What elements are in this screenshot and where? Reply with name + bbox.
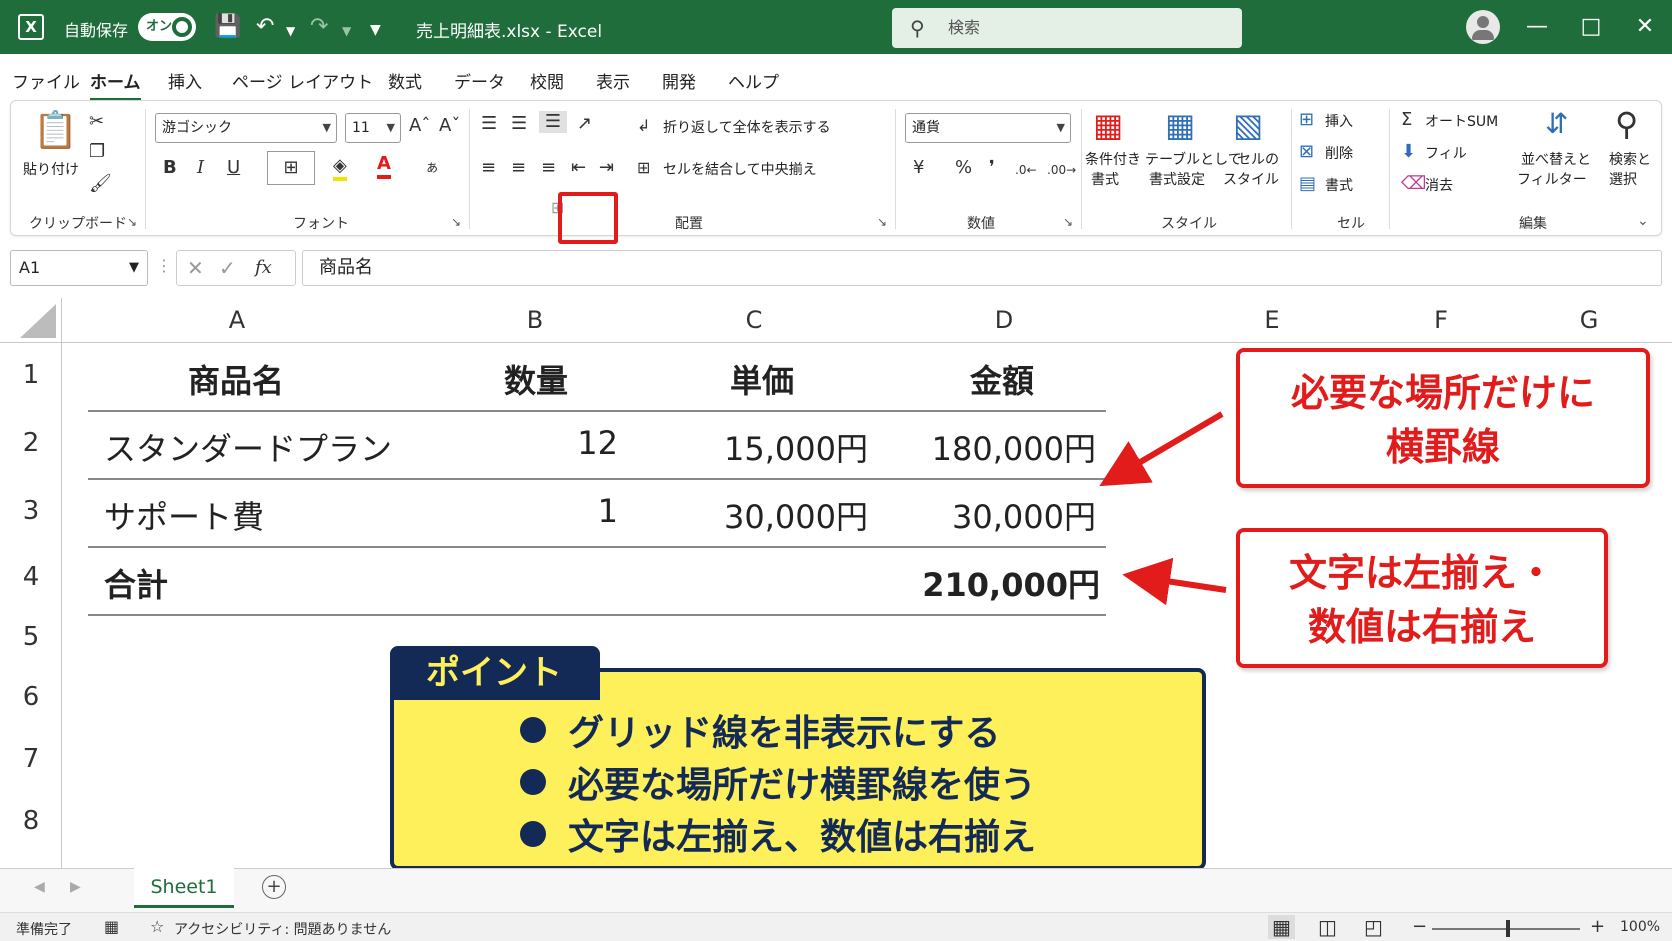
bullet-icon xyxy=(520,821,546,847)
status-ready: 準備完了 xyxy=(16,922,72,938)
bullet-icon xyxy=(520,769,546,795)
page-break-view-icon[interactable]: ◰ xyxy=(1364,915,1383,939)
page-layout-view-icon[interactable]: ◫ xyxy=(1318,915,1337,939)
arrow-to-total xyxy=(1122,557,1227,606)
macro-recording-icon[interactable]: ▦ xyxy=(104,917,119,936)
sheet-tab-bar: ◀ ▶ Sheet1 + xyxy=(0,868,1672,912)
scroll-right-icon[interactable]: ▶ xyxy=(70,879,81,895)
callout-borders: 必要な場所だけに 横罫線 xyxy=(1236,348,1650,488)
point-item-text: グリッド線を非表示にする xyxy=(568,713,1001,754)
add-sheet-icon[interactable]: + xyxy=(262,875,286,899)
callout-alignment-line1: 文字は左揃え・ xyxy=(1288,551,1555,595)
zoom-out-icon[interactable]: − xyxy=(1412,916,1427,937)
arrow-to-borders xyxy=(1099,411,1224,487)
scroll-left-icon[interactable]: ◀ xyxy=(34,879,45,895)
point-item: 文字は左揃え、数値は右揃え xyxy=(520,808,1036,860)
normal-view-icon[interactable]: ▦ xyxy=(1268,915,1295,939)
callout-alignment: 文字は左揃え・ 数値は右揃え xyxy=(1236,528,1608,668)
point-title: ポイント xyxy=(390,646,600,700)
point-item-text: 文字は左揃え、数値は右揃え xyxy=(568,817,1037,858)
callout-borders-line1: 必要な場所だけに xyxy=(1290,371,1595,415)
zoom-in-icon[interactable]: + xyxy=(1590,916,1605,937)
status-bar: 準備完了 ▦ ☆ アクセシビリティ: 問題ありません ▦ ◫ ◰ − + 100… xyxy=(0,912,1672,941)
callout-borders-line2: 横罫線 xyxy=(1385,425,1500,469)
callout-alignment-line2: 数値は右揃え xyxy=(1307,605,1536,649)
zoom-slider-thumb[interactable] xyxy=(1506,920,1510,937)
point-item-text: 必要な場所だけ横罫線を使う xyxy=(568,765,1037,806)
zoom-level[interactable]: 100% xyxy=(1620,919,1660,935)
bullet-icon xyxy=(520,717,546,743)
accessibility-icon[interactable]: ☆ xyxy=(150,917,164,936)
status-accessibility[interactable]: アクセシビリティ: 問題ありません xyxy=(174,919,391,939)
point-item: グリッド線を非表示にする xyxy=(520,704,1000,756)
sheet-tab-sheet1[interactable]: Sheet1 xyxy=(134,868,234,908)
point-item: 必要な場所だけ横罫線を使う xyxy=(520,756,1036,808)
